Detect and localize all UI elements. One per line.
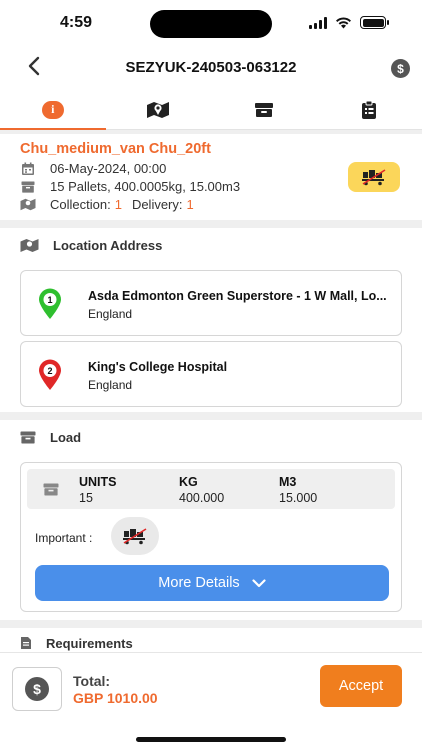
units-column: UNITS 15	[79, 475, 117, 505]
location-name: Asda Edmonton Green Superstore - 1 W Mal…	[88, 289, 387, 303]
clipboard-icon	[362, 100, 377, 119]
map-pin-icon: 1	[39, 288, 61, 319]
important-label: Important :	[35, 531, 93, 545]
calendar-icon	[20, 162, 36, 176]
page-title: SEZYUK-240503-063122	[125, 59, 297, 76]
map-icon	[20, 238, 39, 253]
location-name: King's College Hospital	[88, 360, 228, 374]
location-heading: Location Address	[53, 237, 163, 253]
load-section: UNITS 15 KG 400.000 M3 15.000 Important …	[0, 454, 422, 620]
load-card: UNITS 15 KG 400.000 M3 15.000 Important …	[20, 462, 402, 612]
box-icon	[20, 180, 36, 194]
important-badge	[111, 517, 159, 555]
location-country: England	[88, 378, 133, 392]
total-label: Total:	[73, 673, 111, 689]
total-value: GBP 1010.00	[73, 690, 158, 706]
info-icon: i	[41, 100, 64, 119]
load-section-header: Load	[0, 420, 422, 454]
pallet-truck-icon	[362, 169, 386, 186]
collection-label: Collection:	[50, 197, 111, 212]
more-details-label: More Details	[158, 575, 240, 591]
location-list: 1 Asda Edmonton Green Superstore - 1 W M…	[0, 262, 422, 412]
dollar-icon: $	[25, 677, 49, 701]
kg-column: KG 400.000	[179, 475, 224, 505]
kg-label: KG	[179, 475, 198, 489]
vehicle-type-badge	[348, 162, 400, 192]
delivery-label: Delivery:	[131, 197, 183, 212]
location-country: England	[88, 307, 133, 321]
load-metrics-row: UNITS 15 KG 400.000 M3 15.000	[27, 469, 395, 509]
load-row: 15 Pallets, 400.0005kg, 15.00m3	[20, 179, 240, 194]
box-icon	[20, 431, 36, 444]
stop-number: 1	[47, 295, 52, 305]
location-card[interactable]: 2 King's College Hospital England	[20, 341, 402, 407]
m3-label: M3	[279, 475, 297, 489]
map-pin-icon: 2	[39, 359, 61, 390]
bottom-bar: $ Total: GBP 1010.00 Accept	[0, 652, 422, 750]
delivery-count: 1	[186, 197, 194, 212]
date-row: 06-May-2024, 00:00	[20, 161, 166, 176]
accept-button[interactable]: Accept	[320, 665, 402, 707]
price-summary-button[interactable]: $	[12, 667, 62, 711]
pallet-truck-icon	[123, 528, 147, 545]
document-icon	[20, 636, 32, 650]
map-icon	[20, 198, 36, 212]
status-time: 4:59	[60, 14, 93, 31]
home-indicator	[136, 737, 286, 742]
units-value: 15	[79, 491, 93, 505]
location-section-header: Location Address	[0, 228, 422, 262]
requirements-heading: Requirements	[46, 635, 133, 651]
status-bar: 4:59	[0, 0, 422, 46]
tab-box[interactable]	[211, 90, 317, 129]
load-summary: 15 Pallets, 400.0005kg, 15.00m3	[50, 179, 241, 194]
more-details-button[interactable]: More Details	[35, 565, 389, 601]
job-date: 06-May-2024, 00:00	[50, 161, 167, 176]
dynamic-island	[150, 10, 272, 38]
kg-value: 400.000	[179, 491, 225, 505]
chevron-down-icon	[252, 578, 266, 587]
map-icon	[147, 101, 170, 118]
tab-info[interactable]: i	[0, 90, 106, 130]
location-card[interactable]: 1 Asda Edmonton Green Superstore - 1 W M…	[20, 270, 402, 336]
load-heading: Load	[50, 429, 82, 445]
m3-value: 15.000	[279, 491, 318, 505]
stops-row: Collection: 1 Delivery: 1	[20, 197, 194, 212]
vehicle-title: Chu_medium_van Chu_20ft	[20, 141, 211, 157]
tab-bar: i	[0, 90, 422, 130]
tab-map[interactable]	[106, 90, 212, 129]
dollar-icon: $	[397, 61, 404, 76]
wifi-icon	[336, 16, 351, 28]
collection-count: 1	[114, 197, 122, 212]
job-summary: Chu_medium_van Chu_20ft 06-May-2024, 00:…	[0, 134, 422, 220]
price-button[interactable]: $	[391, 59, 410, 78]
units-label: UNITS	[79, 475, 117, 489]
box-icon	[254, 102, 273, 117]
m3-column: M3 15.000	[279, 475, 317, 505]
status-icons	[309, 16, 389, 29]
stop-number: 2	[47, 366, 52, 376]
tab-checklist[interactable]	[317, 90, 422, 129]
signal-icon	[309, 16, 327, 29]
box-icon	[43, 483, 59, 496]
nav-bar: SEZYUK-240503-063122 $	[0, 46, 422, 90]
battery-icon	[360, 16, 389, 29]
